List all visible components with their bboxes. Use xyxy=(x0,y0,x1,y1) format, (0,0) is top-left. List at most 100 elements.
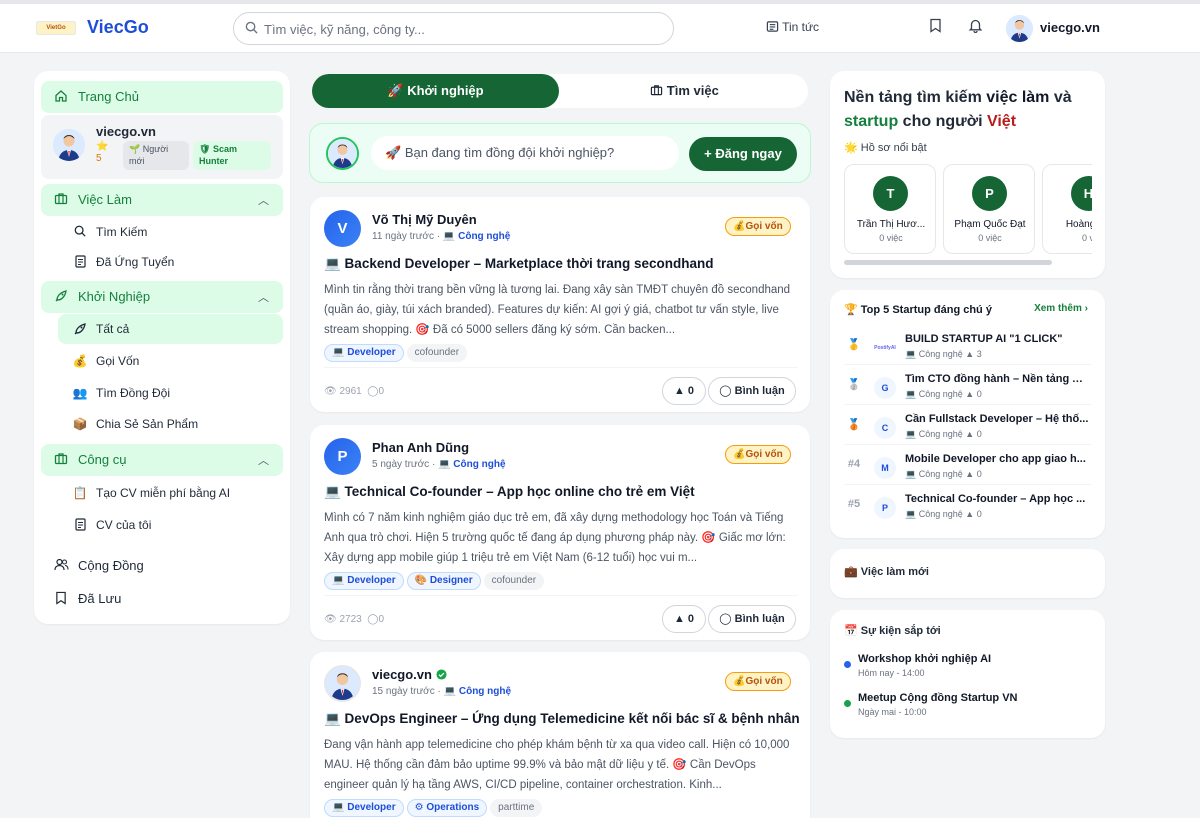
sidebar-item-home[interactable]: Trang Chủ xyxy=(41,81,283,113)
tag[interactable]: parttime xyxy=(490,799,543,817)
sidebar-item-community[interactable]: Cộng Đồng xyxy=(41,550,283,582)
link-label: Xem thêm xyxy=(1034,303,1082,314)
see-more-link[interactable]: Xem thêm › xyxy=(1034,303,1088,314)
startup-meta: 💻 Công nghệ ▲ 0 xyxy=(905,429,982,439)
startup-logo: P xyxy=(874,497,896,519)
startup-category: Công nghệ xyxy=(918,469,963,479)
tab-label: Khởi nghiệp xyxy=(407,83,484,98)
startup-row[interactable]: #5 P Technical Co-founder – App học ... … xyxy=(844,485,1091,525)
post-body: Đang vận hành app telemedicine cho phép … xyxy=(324,739,790,791)
post-card[interactable]: V Võ Thị Mỹ Duyên 11 ngày trước · 💻 Công… xyxy=(310,197,810,412)
sidebar-item-tools[interactable]: Công cụ ︿ xyxy=(41,444,283,476)
money-bag-icon: 💰 xyxy=(733,449,746,460)
sidebar-item-find-team[interactable]: 👥 Tìm Đồng Đội xyxy=(58,378,283,408)
event-dot xyxy=(844,700,851,707)
chevron-up-icon[interactable]: ︿ xyxy=(258,289,269,305)
profile-summary[interactable]: viecgo.vn ⭐ 5 🌱 Người mới 🛡 Scam Hunter xyxy=(41,115,283,179)
star-icon: ⭐ xyxy=(96,141,109,152)
sidebar-item-create-cv[interactable]: 📋 Tạo CV miễn phí bằng AI xyxy=(58,478,283,508)
post-card[interactable]: P Phan Anh Dũng 5 ngày trước · 💻 Công ng… xyxy=(310,425,810,640)
author-avatar[interactable]: P xyxy=(324,438,361,475)
user-avatar[interactable] xyxy=(1006,15,1033,42)
logo-image[interactable]: VietGo xyxy=(36,21,76,35)
user-name[interactable]: viecgo.vn xyxy=(1040,20,1100,35)
sidebar-item-search[interactable]: Tìm Kiếm xyxy=(58,217,283,247)
top-bar: VietGo ViecGo Tin tức viecgo.vn xyxy=(0,0,1200,53)
tag[interactable]: 💻 Developer xyxy=(324,572,404,590)
tag[interactable]: cofounder xyxy=(406,344,468,362)
tag[interactable]: cofounder xyxy=(483,572,545,590)
bell-icon[interactable] xyxy=(968,18,983,36)
search-input[interactable] xyxy=(264,20,664,38)
sidebar-item-label: CV của tôi xyxy=(96,518,152,532)
bookmark-icon[interactable] xyxy=(929,18,942,36)
profile-carousel[interactable]: T Trần Thị Hươ... 0 việc P Phạm Quốc Đạt… xyxy=(844,71,1092,271)
startup-row[interactable]: 🥈 G Tìm CTO đồng hành – Nền tảng AI... 💻… xyxy=(844,365,1091,405)
comment-button[interactable]: ◯ Bình luận xyxy=(708,377,796,405)
startup-row[interactable]: #4 M Mobile Developer cho app giao h... … xyxy=(844,445,1091,485)
post-time: 11 ngày trước xyxy=(372,231,434,242)
tag[interactable]: 💻 Developer xyxy=(324,344,404,362)
search-bar[interactable] xyxy=(233,12,674,45)
startup-meta: 💻 Công nghệ ▲ 0 xyxy=(905,389,982,399)
brand-logo[interactable]: ViecGo xyxy=(87,17,149,38)
horizontal-scrollbar[interactable] xyxy=(844,260,1052,265)
startup-category: Công nghệ xyxy=(918,349,963,359)
author-name[interactable]: Võ Thị Mỹ Duyên xyxy=(372,212,477,227)
tab-jobs[interactable]: Tìm việc xyxy=(561,74,808,108)
author-name[interactable]: Phan Anh Dũng xyxy=(372,440,469,455)
tag[interactable]: ⚙ Operations xyxy=(406,799,488,817)
post-card[interactable]: viecgo.vn 15 ngày trước · 💻 Công nghệ 💰G… xyxy=(310,652,810,818)
post-title[interactable]: 💻 Backend Developer – Marketplace thời t… xyxy=(324,256,714,272)
sidebar-item-all[interactable]: Tất cả xyxy=(58,314,283,344)
post-stats: 👁 2723 ◯0 xyxy=(324,614,384,625)
sidebar-item-applied[interactable]: Đã Ứng Tuyển xyxy=(58,247,283,277)
sidebar-item-startup[interactable]: Khởi Nghiệp ︿ xyxy=(41,281,283,313)
post-title[interactable]: 💻 DevOps Engineer – Ứng dụng Telemedicin… xyxy=(324,711,800,727)
post-category[interactable]: Công nghệ xyxy=(458,231,510,242)
comment-button[interactable]: ◯ Bình luận xyxy=(708,605,796,633)
tag[interactable]: 🎨 Designer xyxy=(406,572,481,590)
profile-card[interactable]: P Phạm Quốc Đạt 0 việc xyxy=(943,164,1035,254)
profile-card[interactable]: H Hoàng V... 0 vi xyxy=(1042,164,1092,254)
sidebar-item-jobs[interactable]: Việc Làm ︿ xyxy=(41,184,283,216)
sidebar-item-funding[interactable]: 💰 Gọi Vốn xyxy=(58,346,283,376)
chevron-up-icon[interactable]: ︿ xyxy=(258,452,269,468)
sidebar-item-label: Tìm Đồng Đội xyxy=(96,386,171,400)
author-avatar[interactable]: V xyxy=(324,210,361,247)
status-badge: 💰Gọi vốn xyxy=(725,217,791,236)
triangle-up-icon: ▲ xyxy=(673,613,685,625)
startup-meta: 💻 Công nghệ ▲ 0 xyxy=(905,469,982,479)
laptop-icon: 💻 xyxy=(905,509,917,519)
startup-title: Mobile Developer cho app giao h... xyxy=(905,453,1086,465)
profile-card[interactable]: T Trần Thị Hươ... 0 việc xyxy=(844,164,936,254)
bookmark-icon xyxy=(53,591,69,608)
startup-category: Công nghệ xyxy=(918,509,963,519)
post-category[interactable]: Công nghệ xyxy=(453,459,505,470)
new-jobs-card[interactable]: 💼 Việc làm mới xyxy=(830,549,1105,598)
sidebar-item-my-cv[interactable]: CV của tôi xyxy=(58,510,283,540)
upvote-button[interactable]: ▲ 0 xyxy=(662,605,706,633)
profile-initial: T xyxy=(873,176,908,211)
tag[interactable]: 💻 Developer xyxy=(324,799,404,817)
author-avatar[interactable] xyxy=(324,665,361,702)
news-link[interactable]: Tin tức xyxy=(766,20,819,34)
startup-logo: M xyxy=(874,457,896,479)
post-category[interactable]: Công nghệ xyxy=(459,686,511,697)
post-title[interactable]: 💻 Technical Co-founder – App học online … xyxy=(324,484,695,500)
tab-startup[interactable]: 🚀 Khởi nghiệp xyxy=(312,74,559,108)
sidebar-item-saved[interactable]: Đã Lưu xyxy=(41,583,283,615)
profile-name: Hoàng V... xyxy=(1065,219,1092,230)
rocket-icon: 🚀 xyxy=(387,83,404,98)
sidebar-item-share-product[interactable]: 📦 Chia Sẻ Sản Phẩm xyxy=(58,409,283,439)
startup-row[interactable]: 🥉 C Cần Fullstack Developer – Hệ thố... … xyxy=(844,405,1091,445)
startup-row[interactable]: 🥇 PostifyAI BUILD STARTUP AI "1 CLICK" 💻… xyxy=(844,325,1091,365)
startup-rank: #5 xyxy=(847,498,861,510)
tag-list: 💻 Developer ⚙ Operations parttime xyxy=(324,799,545,817)
composer-input[interactable]: 🚀 Bạn đang tìm đồng đội khởi nghiệp? xyxy=(371,136,679,170)
author-name[interactable]: viecgo.vn xyxy=(372,667,447,682)
post-now-button[interactable]: + Đăng ngay xyxy=(689,137,797,171)
upvote-button[interactable]: ▲ 0 xyxy=(662,377,706,405)
badge-label: Gọi vốn xyxy=(745,676,783,687)
chevron-up-icon[interactable]: ︿ xyxy=(258,192,269,208)
